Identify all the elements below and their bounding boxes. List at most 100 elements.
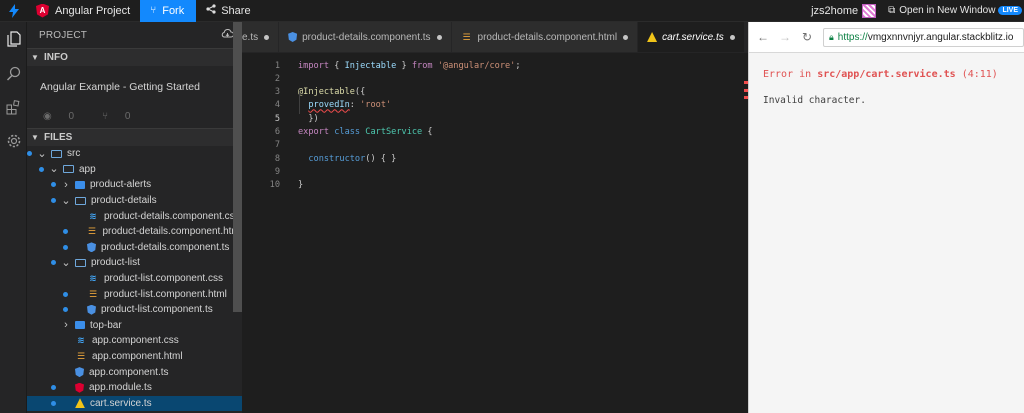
user-menu[interactable]: jzs2home: [811, 3, 877, 18]
line-number: 7: [274, 140, 280, 151]
forward-arrow-icon[interactable]: →: [777, 30, 793, 44]
url-scheme: https://: [837, 31, 868, 43]
file-tree-item[interactable]: app.module.ts: [27, 380, 242, 396]
chevron-down-icon[interactable]: ⌄: [49, 164, 59, 175]
unsaved-dot[interactable]: [264, 34, 270, 40]
code-token: }: [298, 180, 304, 191]
css-file-icon: ≋: [77, 335, 85, 346]
fork-label: Fork: [162, 4, 185, 17]
file-tree-item-label: product-details.component.ts: [101, 241, 230, 253]
file-tree-item[interactable]: ≋ product-list.component.css: [27, 271, 242, 287]
project-title[interactable]: A Angular Project: [28, 0, 140, 22]
chevron-down-icon[interactable]: ⌄: [61, 195, 71, 206]
line-number: 6: [274, 127, 280, 137]
line-number: 3: [274, 87, 280, 98]
file-tree-item[interactable]: product-details.component.ts: [27, 240, 242, 256]
editor-tab-label: product-details.component.ts: [302, 31, 431, 43]
activity-extensions[interactable]: [0, 90, 27, 124]
unsaved-dot[interactable]: [623, 34, 629, 40]
tab-list: e.ts product-details.component.ts ☰ product…: [242, 22, 745, 52]
browser-preview: ← → ↻ 🔒︎ https://vmgxnnvnjyr.angular.sta…: [748, 22, 1024, 413]
fork-icon: ⑂: [150, 5, 157, 16]
file-tree-item-label: app.module.ts: [89, 382, 152, 394]
editor-tab[interactable]: ☰ product-details.component.html: [451, 22, 639, 52]
file-tree-item[interactable]: cart.service.ts: [27, 395, 242, 412]
url-field[interactable]: 🔒︎ https://vmgxnnvnjyr.angular.stackblit…: [823, 27, 1024, 47]
error-location: (4:11): [955, 69, 998, 80]
refresh-icon[interactable]: ↻: [799, 30, 815, 44]
chevron-down-icon[interactable]: ⌄: [37, 148, 47, 159]
code-line: 4 provedIn: 'root': [242, 99, 391, 112]
file-tree-item-label: product-list: [91, 257, 140, 269]
angular-icon: A: [36, 3, 49, 18]
editor-tab[interactable]: product-details.component.ts: [279, 22, 452, 52]
file-tree-item[interactable]: ≋ app.component.css: [27, 333, 242, 349]
file-tree-item[interactable]: ☰ app.component.html: [27, 349, 242, 365]
file-tree: ⌄ src ⌄ app › product-alerts ⌄ product-details ≋…: [27, 146, 242, 413]
file-tree-item[interactable]: › top-bar: [27, 318, 242, 334]
editor-tab-label: product-details.component.html: [477, 31, 618, 43]
html-file-icon: ☰: [76, 351, 86, 362]
open-folder-icon: [75, 258, 86, 267]
forks-count: 0: [124, 110, 131, 122]
code-line: 5 }): [242, 112, 319, 125]
file-tree-item[interactable]: ⌄ product-list: [27, 255, 242, 271]
open-new-label: Open in New Window: [899, 5, 996, 16]
back-arrow-icon[interactable]: ←: [755, 30, 771, 44]
code-token: export: [298, 127, 330, 137]
unsaved-dot[interactable]: [436, 34, 442, 40]
share-label: Share: [221, 4, 251, 17]
code-line: 7: [242, 139, 298, 152]
activity-settings[interactable]: [0, 124, 27, 158]
file-tree-item[interactable]: ⌄ product-details: [27, 193, 242, 209]
fork-button[interactable]: ⑂ Fork: [140, 0, 197, 22]
code-area[interactable]: 1 import { Injectable } from '@angular/co…: [242, 59, 748, 413]
open-new-window-button[interactable]: ⧉ Open in New Window LIVE: [888, 5, 1022, 16]
file-tree-item-label: app.component.css: [92, 335, 179, 347]
sidebar: PROJECT ▼ INFO Angular Example - Getting…: [27, 22, 242, 413]
file-tree-item[interactable]: app.component.ts: [27, 364, 242, 380]
line-number: 1: [274, 60, 280, 71]
chevron-right-icon[interactable]: ›: [61, 319, 71, 331]
sidebar-scrollbar[interactable]: [233, 22, 242, 312]
fork-icon: ⑂: [102, 110, 109, 122]
eye-icon: ◉: [43, 110, 52, 122]
info-header-label: INFO: [44, 52, 68, 63]
folder-icon: [75, 180, 85, 189]
project-name: Angular Project: [55, 4, 131, 17]
file-tree-item[interactable]: ☰ product-list.component.html: [27, 286, 242, 302]
line-number: 8: [274, 153, 280, 164]
file-tree-item[interactable]: › product-alerts: [27, 177, 242, 193]
error-file: src/app/cart.service.ts: [817, 69, 956, 80]
angular-file-icon: [87, 304, 96, 315]
code-token: {: [422, 127, 433, 137]
file-tree-item[interactable]: ⌄ app: [27, 162, 242, 178]
modified-dot: [63, 229, 68, 235]
file-tree-item[interactable]: ⌄ src: [27, 146, 242, 162]
file-tree-item-label: product-list.component.ts: [101, 304, 213, 316]
editor-tab[interactable]: e.ts: [242, 22, 280, 52]
modified-dot: [51, 198, 56, 204]
code-line: 8 constructor() { }: [242, 152, 397, 165]
file-tree-item[interactable]: product-list.component.ts: [27, 302, 242, 318]
info-section-header[interactable]: ▼ INFO: [27, 48, 242, 66]
project-header-label: PROJECT: [39, 29, 88, 41]
file-tree-item[interactable]: ≋ product-details.component.css: [27, 208, 242, 224]
activity-files[interactable]: [0, 22, 27, 56]
open-folder-icon: [75, 196, 86, 205]
file-tree-item-label: cart.service.ts: [90, 397, 152, 409]
folder-icon: [75, 321, 85, 330]
share-button[interactable]: Share: [196, 4, 260, 17]
address-bar: ← → ↻ 🔒︎ https://vmgxnnvnjyr.angular.sta…: [749, 22, 1024, 53]
chevron-down-icon[interactable]: ⌄: [61, 257, 71, 268]
chevron-right-icon[interactable]: ›: [61, 179, 71, 191]
activity-search[interactable]: [0, 56, 27, 90]
files-section-header[interactable]: ▼ FILES: [27, 128, 242, 146]
share-icon: [206, 4, 216, 17]
editor-tab[interactable]: cart.service.ts: [638, 22, 745, 52]
modified-dot: [51, 182, 56, 188]
code-token: :: [349, 100, 361, 111]
stackblitz-logo-icon[interactable]: [0, 0, 28, 22]
unsaved-dot[interactable]: [729, 34, 735, 40]
file-tree-item[interactable]: ☰ product-details.component.html: [27, 224, 242, 240]
